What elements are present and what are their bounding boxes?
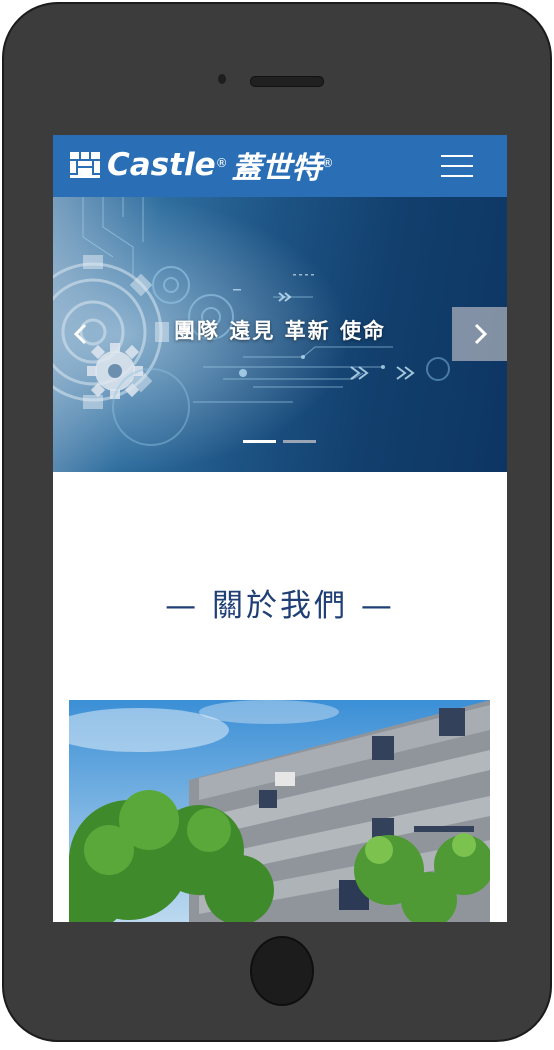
chevron-left-icon — [73, 323, 86, 345]
menu-bar-bottom — [441, 175, 473, 177]
carousel-indicators — [243, 440, 323, 444]
castle-logo[interactable]: Castle ® 蓋世特 ® — [69, 143, 334, 187]
carousel-prev-button[interactable] — [53, 307, 108, 361]
company-building-photo — [69, 700, 490, 922]
building-image — [69, 700, 490, 922]
menu-bar-middle — [441, 165, 473, 167]
top-navbar: Castle ® 蓋世特 ® — [53, 135, 507, 197]
about-us-heading: — 關於我們 — — [165, 588, 395, 624]
registered-mark: ® — [215, 156, 228, 170]
castle-logo-icon — [70, 152, 100, 178]
registered-mark-2: ® — [321, 156, 334, 170]
camera-lens — [218, 74, 226, 84]
carousel-next-button[interactable] — [452, 307, 507, 361]
logo-chinese-name: 蓋世特 — [231, 151, 322, 186]
hamburger-menu-icon[interactable] — [441, 153, 475, 179]
phone-screen: Castle ® 蓋世特 ® 團隊 遠見 革新 使命 — 關於我們 — — [53, 135, 507, 922]
hero-slogan: 團隊 遠見 革新 使命 — [174, 319, 386, 343]
chevron-right-icon — [474, 323, 487, 345]
home-button[interactable] — [250, 936, 314, 1006]
carousel-dot-active[interactable] — [243, 440, 276, 443]
menu-bar-top — [441, 155, 473, 157]
logo-wordmark: Castle — [107, 147, 216, 183]
carousel-dot[interactable] — [283, 440, 316, 443]
earpiece-speaker — [250, 76, 324, 87]
hero-carousel[interactable]: 團隊 遠見 革新 使命 — [53, 197, 507, 472]
